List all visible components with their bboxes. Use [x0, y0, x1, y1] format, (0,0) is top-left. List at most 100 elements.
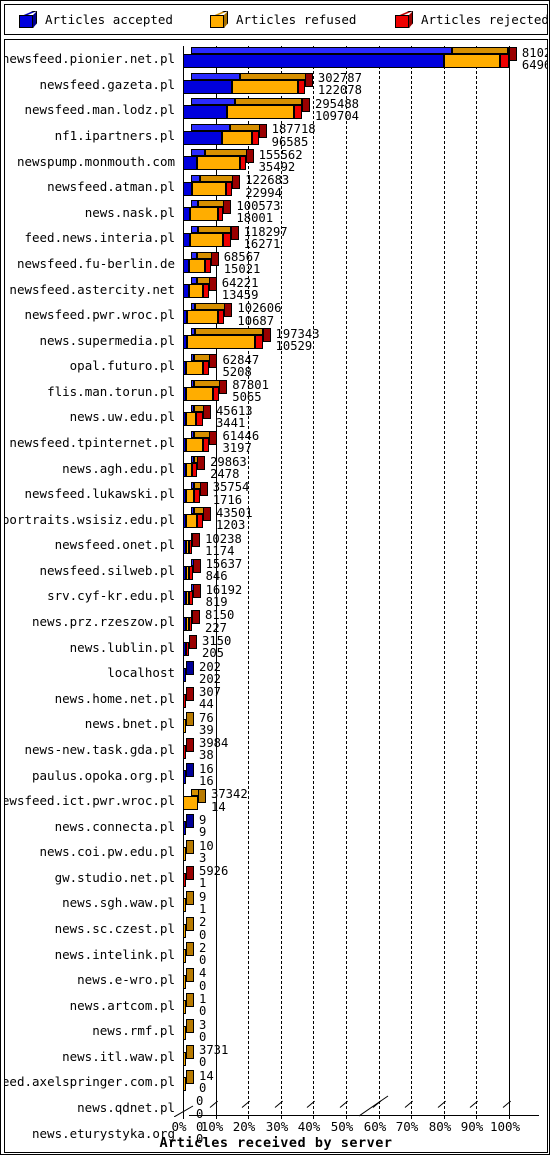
value-accepted: 5208 — [222, 364, 252, 379]
value-total: 122683 — [245, 173, 290, 188]
value-accepted: 13459 — [221, 288, 259, 303]
chart-row: news.supermedia.pl 197343 10529 — [5, 327, 547, 353]
x-tick-mark-60% — [372, 1100, 382, 1116]
row-value-labels: 5926 1 — [197, 865, 228, 891]
segment-accepted — [183, 181, 193, 196]
segment-refused-top-face — [198, 200, 226, 208]
bar-group: 10 3 — [183, 838, 547, 865]
segment-refused — [186, 360, 203, 375]
chart-row: newsfeed.onet.pl 10238 1174 — [5, 532, 547, 558]
segment-refused-top-face — [240, 72, 306, 80]
legend-label-0: Articles accepted — [45, 12, 173, 27]
chart-row: newsfeed.pionier.net.pl 810233649634 — [5, 46, 547, 72]
value-total: 10 — [199, 838, 214, 853]
value-accepted: 9 — [199, 825, 207, 840]
bar-group: 62847 5208 — [183, 353, 547, 379]
chart-row: news.rmf.pl 3 0 — [5, 1018, 547, 1044]
chart-row: news.agh.edu.pl 29863 2478 — [5, 455, 547, 481]
row-label: flis.man.torun.pl — [47, 383, 175, 399]
segment-accepted-top-face — [191, 98, 235, 106]
segment-refused — [190, 207, 218, 222]
chart-row: newsfeed.atman.pl 122683 22994 — [5, 174, 547, 200]
value-accepted: 10687 — [237, 313, 275, 328]
row-label: newspump.monmouth.com — [16, 153, 175, 169]
segment-refused-top-face — [229, 123, 261, 131]
value-accepted: 1 — [199, 876, 207, 891]
bar-side-face — [202, 405, 211, 420]
row-label: feed.news.interia.pl — [24, 230, 175, 246]
segment-refused-top-face — [200, 174, 234, 182]
row-value-labels: 197343 10529 — [274, 327, 320, 353]
row-value-labels: 307 44 — [197, 686, 221, 712]
chart-row: newsfeed.astercity.net 64221 13459 — [5, 276, 547, 303]
row-label: news.sc.czest.pl — [54, 921, 175, 937]
segment-refused — [186, 386, 213, 401]
bar-side-face — [223, 200, 232, 215]
bar-side-face — [210, 251, 219, 266]
value-accepted: 39 — [199, 722, 214, 737]
row-label: newsfeed.man.lodz.pl — [24, 102, 175, 118]
row-value-labels: 3150 205 — [200, 634, 231, 660]
row-value-labels: 91 — [197, 890, 206, 916]
chart-row: news.e-wro.pl 4 0 — [5, 967, 547, 993]
cube-icon — [19, 11, 37, 28]
row-value-labels: 68567 15021 — [222, 251, 261, 277]
value-accepted: 3197 — [222, 441, 252, 456]
segment-refused — [232, 79, 298, 94]
row-label: news.itl.waw.pl — [62, 1048, 175, 1064]
value-accepted: 15021 — [223, 262, 261, 277]
bar-side-face — [245, 149, 254, 164]
x-axis-perspective-edge — [174, 1105, 194, 1117]
row-value-labels: 16 16 — [197, 762, 214, 788]
bar-group: 16192 819 — [183, 583, 547, 609]
chart-row: news.nask.pl 100573 18001 — [5, 199, 547, 225]
segment-refused-top-face — [194, 430, 211, 438]
value-accepted: 1203 — [215, 518, 246, 533]
segment-refused — [186, 514, 197, 529]
row-value-labels: 20 — [197, 916, 206, 942]
value-accepted: 1 — [199, 901, 207, 916]
value-accepted: 0 — [199, 927, 207, 942]
chart-row: portraits.wsisiz.edu.pl 43501 1203 — [5, 506, 547, 532]
x-tick-label: 100% — [489, 1119, 521, 1134]
legend-item-0: Articles accepted — [19, 5, 173, 34]
bar-group: 3150 205 — [183, 634, 547, 660]
legend-item-2: Articles rejected — [395, 5, 549, 34]
chart-row: newspump.monmouth.com 155562 35492 — [5, 148, 547, 174]
row-label: localhost — [107, 665, 175, 681]
value-total: 202 — [199, 659, 222, 674]
row-label: gw.studio.net.pl — [54, 869, 175, 885]
bar-side-face — [197, 788, 206, 803]
value-total: 187718 — [271, 122, 316, 137]
x-tick-mark-70% — [404, 1100, 414, 1116]
value-accepted: 14 — [210, 799, 226, 814]
bar-side-face — [192, 609, 200, 624]
value-total: 37342 — [210, 787, 248, 802]
bar-side-face — [197, 456, 206, 471]
value-accepted: 16 — [199, 774, 214, 789]
bar-side-face — [301, 98, 310, 113]
bar-side-face — [508, 47, 517, 61]
row-label: news.home.net.pl — [54, 690, 175, 706]
segment-refused-top-face — [195, 302, 226, 310]
value-accepted: 122078 — [317, 83, 362, 98]
value-accepted: 96585 — [271, 134, 309, 149]
row-label: newsfeed.astercity.net — [9, 281, 175, 297]
segment-refused-top-face — [235, 98, 302, 106]
value-accepted: 1174 — [205, 543, 235, 558]
value-accepted: 16271 — [243, 236, 281, 251]
value-accepted: 0 — [199, 953, 207, 968]
bar-side-face — [186, 737, 194, 752]
x-tick-mark-100% — [502, 1100, 512, 1116]
bar-group: 295488 109704 — [183, 97, 547, 123]
row-value-labels: 43501 1203 — [214, 506, 253, 532]
bar-group: 102606 10687 — [183, 302, 547, 328]
row-value-labels: 155562 35492 — [257, 148, 303, 174]
bar-group: 307 44 — [183, 686, 547, 712]
chart-row: gw.studio.net.pl 5926 1 — [5, 865, 547, 891]
bar-side-face — [262, 328, 271, 343]
row-value-labels: 122683 22994 — [243, 174, 289, 200]
row-label: news-new.task.gda.pl — [24, 741, 175, 757]
row-label: news.artcom.pl — [69, 997, 175, 1013]
bar-group: 8150 227 — [183, 609, 547, 635]
